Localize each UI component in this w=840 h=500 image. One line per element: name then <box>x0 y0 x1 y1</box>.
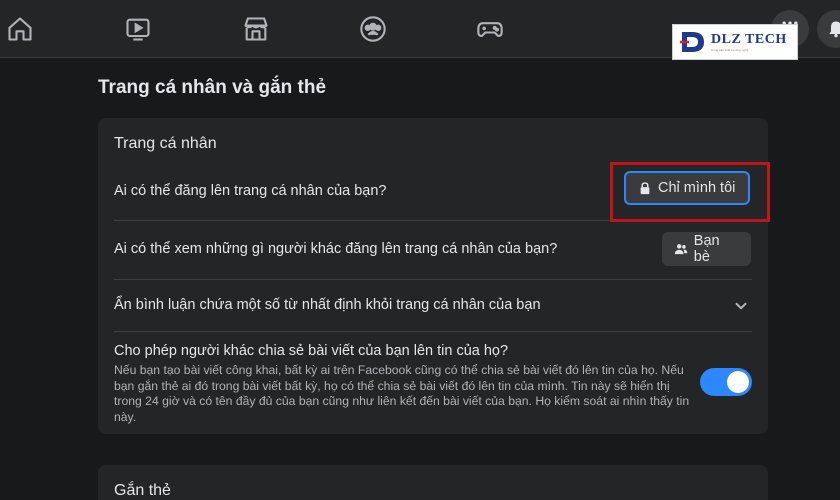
setting-description: Nếu bạn tạo bài viết công khai, bất kỳ a… <box>114 363 690 424</box>
marketplace-icon[interactable] <box>240 13 272 45</box>
highlight-annotation-box <box>610 162 770 222</box>
setting-label: Ai có thể xem những gì người khác đăng l… <box>114 241 558 257</box>
toggle-knob <box>727 371 749 393</box>
share-to-story-toggle[interactable] <box>700 368 752 396</box>
setting-label: Ẩn bình luận chứa một số từ nhất định kh… <box>114 297 541 313</box>
setting-row-allow-share-to-story: Cho phép người khác chia sẻ bài viết của… <box>114 332 752 432</box>
gaming-icon[interactable] <box>474 13 506 45</box>
setting-row-who-can-see-others-posts: Ai có thể xem những gì người khác đăng l… <box>114 221 752 279</box>
setting-label: Ai có thể đăng lên trang cá nhân của bạn… <box>114 183 387 199</box>
home-icon[interactable] <box>4 13 36 45</box>
section-title-profile: Trang cá nhân <box>114 135 217 152</box>
friends-icon <box>674 244 688 255</box>
page-title: Trang cá nhân và gắn thẻ <box>98 77 327 98</box>
section-title-tagging: Gắn thẻ <box>114 482 171 499</box>
setting-label: Cho phép người khác chia sẻ bài viết của… <box>114 343 509 359</box>
audience-value: Bạn bè <box>693 233 720 265</box>
chevron-down-icon[interactable] <box>732 297 750 315</box>
watch-video-icon[interactable] <box>122 13 154 45</box>
dlz-tech-logo: DLZ TECH Cung cấp thiết bị công nghệ <box>672 24 798 60</box>
audience-button-friends[interactable]: Bạn bè <box>662 232 751 266</box>
logo-text: DLZ TECH <box>711 32 787 47</box>
dlz-logo-mark-icon <box>680 32 704 52</box>
setting-row-hide-comments[interactable]: Ẩn bình luận chứa một số từ nhất định kh… <box>114 280 752 332</box>
groups-icon[interactable] <box>357 13 389 45</box>
notifications-bell-icon[interactable] <box>817 10 840 48</box>
tagging-settings-card: Gắn thẻ <box>98 465 768 500</box>
logo-tagline: Cung cấp thiết bị công nghệ <box>711 48 749 52</box>
